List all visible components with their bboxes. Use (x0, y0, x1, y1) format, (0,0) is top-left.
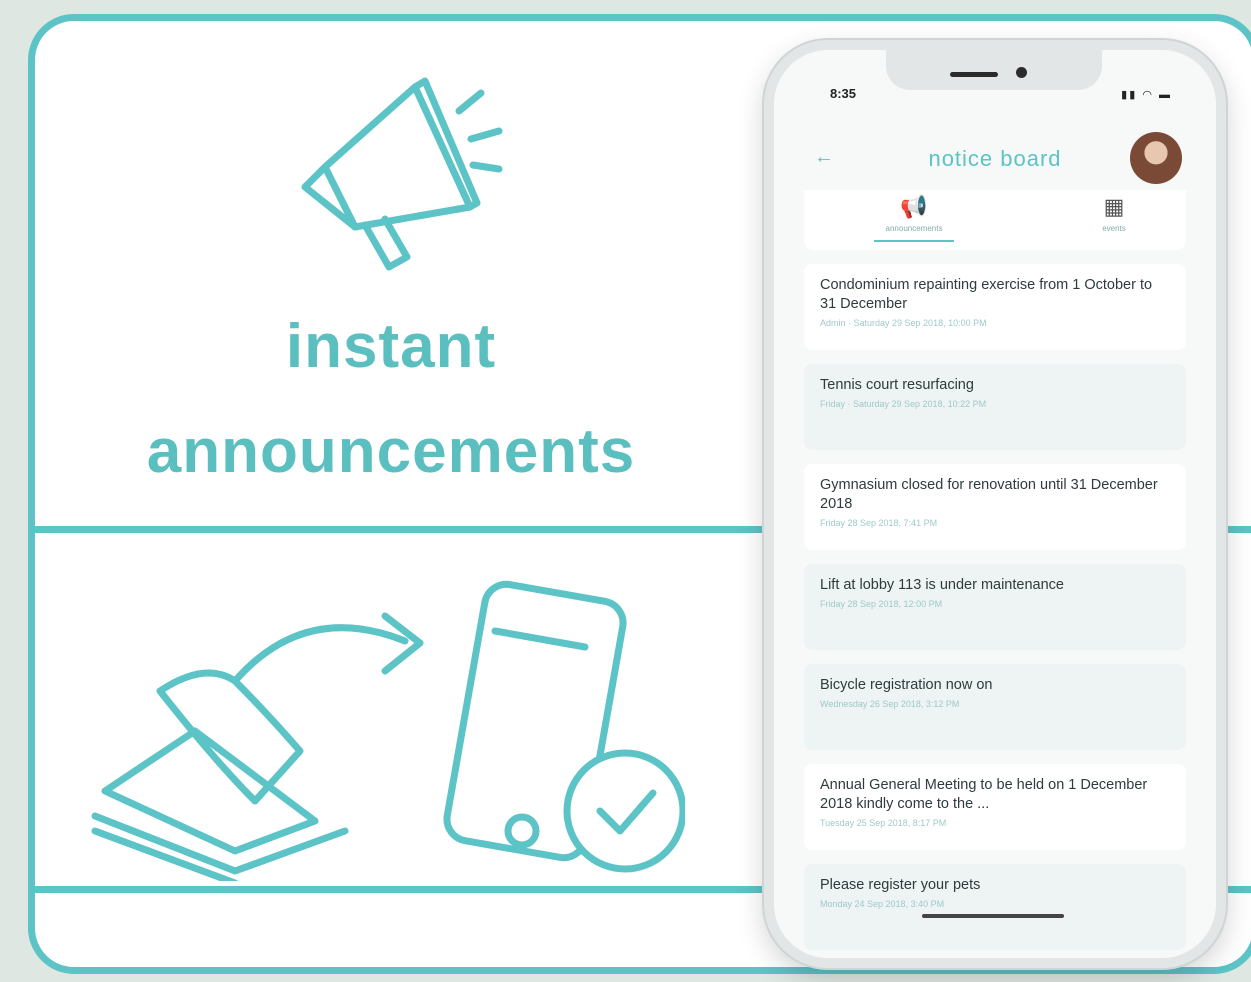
notice-list: Condominium repainting exercise from 1 O… (804, 264, 1186, 958)
headline-line1: instant (285, 312, 497, 381)
list-item[interactable]: Condominium repainting exercise from 1 O… (804, 264, 1186, 350)
notice-meta: Wednesday 26 Sep 2018, 3:12 PM (820, 699, 960, 709)
calendar-icon: ▦ (1103, 194, 1125, 219)
status-time: 8:35 (830, 86, 857, 101)
list-item[interactable]: Please register your pets Monday 24 Sep … (804, 864, 1186, 950)
list-item[interactable]: Gymnasium closed for renovation until 31… (804, 464, 1186, 550)
notice-title: Gymnasium closed for renovation until 31… (820, 477, 1158, 512)
megaphone-icon (301, 77, 503, 271)
active-tab-indicator (874, 240, 954, 242)
tab-events[interactable]: ▦ events (1044, 194, 1184, 233)
notice-meta: Friday · Saturday 29 Sep 2018, 10:22 PM (820, 399, 987, 409)
app-header: ← notice board (774, 120, 1216, 184)
tab-bar: 📢 announcements ▦ events (804, 190, 1186, 250)
notice-meta: Friday 28 Sep 2018, 12:00 PM (820, 599, 943, 609)
notice-title: Lift at lobby 113 is under maintenance (820, 577, 1064, 593)
camera-icon (1016, 67, 1027, 78)
avatar[interactable] (1130, 132, 1182, 184)
home-indicator (922, 914, 1064, 918)
list-item[interactable]: Annual General Meeting to be held on 1 D… (804, 764, 1186, 850)
list-item[interactable]: Tennis court resurfacing Friday · Saturd… (804, 364, 1186, 450)
list-item[interactable]: Bicycle registration now on Wednesday 26… (804, 664, 1186, 750)
list-item[interactable]: Lift at lobby 113 is under maintenance F… (804, 564, 1186, 650)
notice-meta: Monday 24 Sep 2018, 3:40 PM (820, 899, 945, 909)
paper-to-phone-icon (91, 580, 685, 881)
notice-title: Condominium repainting exercise from 1 O… (820, 277, 1153, 312)
notice-meta: Tuesday 25 Sep 2018, 8:17 PM (820, 818, 947, 828)
speaker (950, 72, 998, 77)
notice-title: Annual General Meeting to be held on 1 D… (820, 777, 1148, 812)
tab-label: events (1102, 224, 1126, 233)
notice-meta: Friday 28 Sep 2018, 7:41 PM (820, 518, 938, 528)
notice-meta: Admin · Saturday 29 Sep 2018, 10:00 PM (820, 318, 987, 328)
notice-title: Tennis court resurfacing (820, 377, 974, 393)
tab-announcements[interactable]: 📢 announcements (844, 194, 984, 242)
notice-title: Bicycle registration now on (820, 677, 993, 693)
status-icons: ▮▮ ◠ ▬ (1121, 89, 1172, 101)
phone-mockup: 8:35 ▮▮ ◠ ▬ ← notice board 📢 announcemen… (764, 40, 1226, 968)
tab-label: announcements (885, 224, 943, 233)
megaphone-icon: 📢 (900, 194, 928, 219)
phone-notch (886, 50, 1102, 90)
headline-line2: announcements (146, 417, 636, 486)
notice-title: Please register your pets (820, 877, 981, 893)
